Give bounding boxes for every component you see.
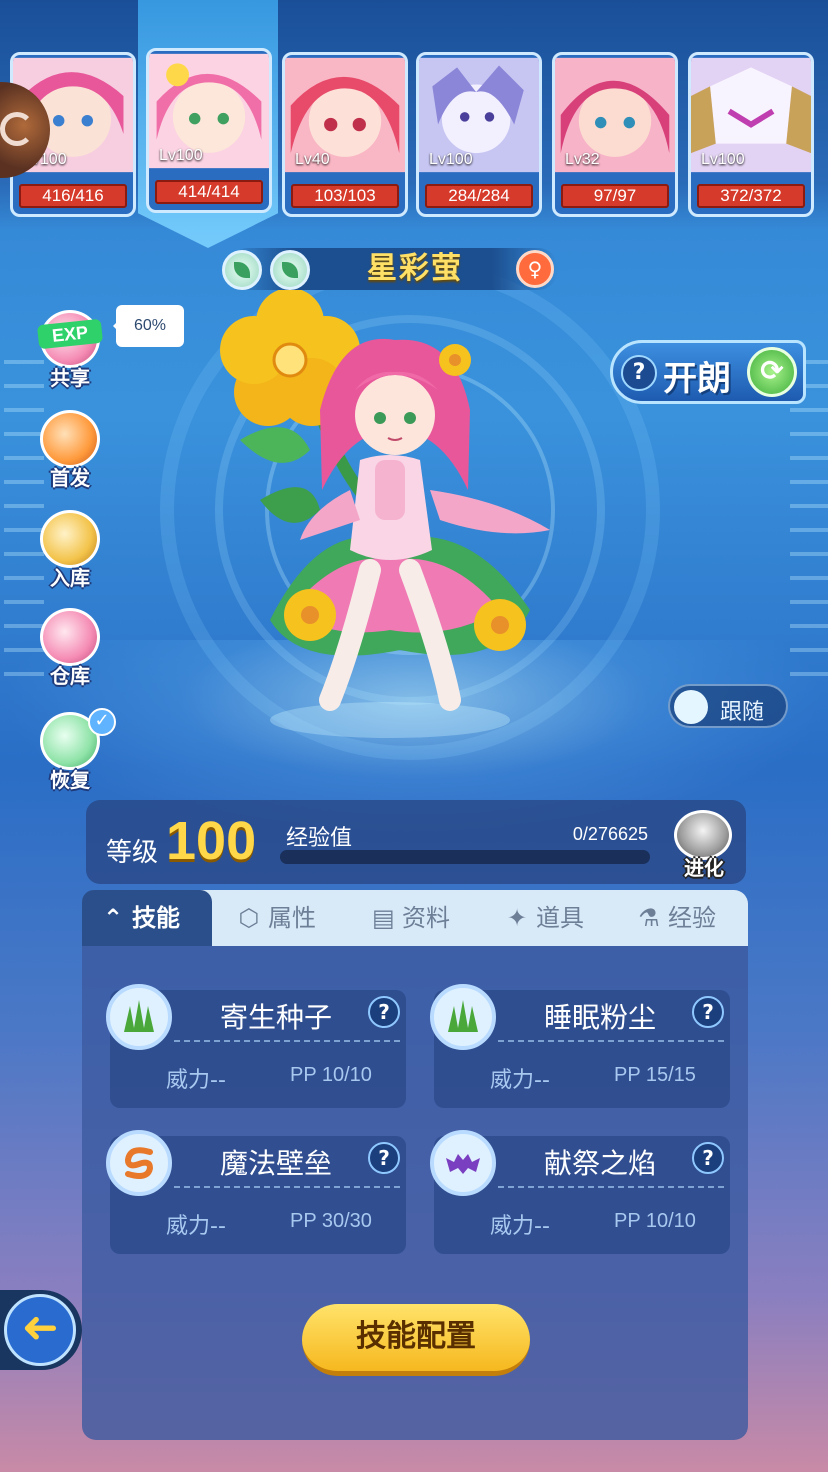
back-arrow-icon: ➜ — [4, 1294, 76, 1366]
pet-character-illustration — [220, 290, 550, 738]
personality-button[interactable]: ? 开朗 ⟳ — [610, 340, 806, 404]
first-pet-label: 首发 — [50, 466, 90, 490]
exp-progress-bar — [280, 850, 650, 864]
tab-label: 经验 — [668, 904, 716, 932]
skill-pp: PP 15/15 — [614, 1064, 696, 1086]
skill-divider — [498, 1040, 724, 1042]
skill-help-icon[interactable]: ? — [368, 996, 400, 1028]
item-icon: ✦ — [506, 904, 528, 932]
toggle-knob — [674, 690, 708, 724]
tab-label: 技能 — [132, 904, 180, 932]
skill-help-icon[interactable]: ? — [692, 1142, 724, 1174]
warehouse-icon — [40, 608, 100, 666]
coin-swirl-icon — [0, 112, 34, 146]
element-wind-icon[interactable] — [222, 250, 262, 290]
bg-ticks-right — [790, 360, 828, 680]
skill-power: 威力-- — [166, 1068, 226, 1093]
warehouse-button[interactable]: 仓库 — [34, 608, 106, 690]
level-label: 等级 — [106, 838, 159, 868]
hexagon-icon: ⬡ — [238, 904, 260, 932]
team-pet-6[interactable]: Lv100 372/372 — [688, 52, 814, 217]
skill-power: 威力-- — [490, 1068, 550, 1093]
tab-experience[interactable]: ⚗ 经验 — [638, 890, 748, 946]
tab-skills[interactable]: ⌃ 技能 — [82, 890, 212, 946]
pet-level: Lv100 — [429, 151, 473, 168]
warehouse-label: 仓库 — [50, 664, 90, 688]
skill-card-1[interactable]: 寄生种子 ? 威力-- PP 10/10 — [106, 984, 406, 1108]
skill-help-icon[interactable]: ? — [368, 1142, 400, 1174]
pet-name: 星彩萤 — [367, 251, 463, 286]
skill-divider — [498, 1186, 724, 1188]
pet-hp-bar: 414/414 — [155, 180, 263, 204]
follow-toggle[interactable]: 跟随 — [668, 684, 788, 728]
team-pet-5[interactable]: Lv32 97/97 — [552, 52, 678, 217]
skill-name: 魔法壁垒 — [219, 1147, 332, 1180]
store-button[interactable]: 入库 — [34, 510, 106, 592]
first-pet-icon — [40, 410, 100, 468]
help-icon[interactable]: ? — [621, 355, 657, 391]
skill-pp: PP 10/10 — [290, 1064, 372, 1086]
team-pet-3[interactable]: Lv40 103/103 — [282, 52, 408, 217]
up-arrow-icon: ⌃ — [102, 904, 124, 932]
store-icon — [40, 510, 100, 568]
skill-name: 睡眠粉尘 — [543, 1001, 656, 1034]
pet-level: Lv100 — [159, 147, 203, 164]
skill-power: 威力-- — [490, 1214, 550, 1239]
refresh-icon[interactable]: ⟳ — [747, 347, 797, 397]
skill-help-icon[interactable]: ? — [692, 996, 724, 1028]
skill-card-2[interactable]: 睡眠粉尘 ? 威力-- PP 15/15 — [430, 984, 730, 1108]
evolve-button[interactable]: 进化 — [670, 804, 740, 880]
team-pet-2[interactable]: Lv100 414/414 — [146, 48, 272, 213]
exp-value: 0/276625 — [572, 824, 648, 844]
pet-hp-bar: 416/416 — [19, 184, 127, 208]
check-icon: ✓ — [88, 708, 116, 736]
back-button[interactable]: ➜ — [0, 1290, 82, 1370]
skill-name: 献祭之焰 — [543, 1147, 656, 1180]
pet-level: Lv32 — [565, 151, 600, 168]
pet-hp-bar: 103/103 — [291, 184, 399, 208]
pet-hp-bar: 372/372 — [697, 184, 805, 208]
level-panel: 等级 100 经验值 0/276625 进化 — [86, 800, 746, 884]
tab-label: 道具 — [536, 904, 584, 932]
tab-label: 属性 — [268, 904, 316, 932]
skill-name: 寄生种子 — [219, 1001, 332, 1034]
personality-label: 开朗 — [663, 359, 731, 399]
bat-icon — [430, 1130, 496, 1196]
skill-pp: PP 10/10 — [614, 1210, 696, 1232]
restore-label: 恢复 — [50, 768, 90, 792]
swirl-icon — [106, 1130, 172, 1196]
gender-icon: ♀ — [516, 250, 554, 288]
skill-pp: PP 30/30 — [290, 1210, 372, 1232]
tab-bar: ⌃ 技能 ⬡ 属性 ▤ 资料 ✦ 道具 ⚗ 经验 — [82, 890, 748, 946]
pet-level: Lv100 — [701, 151, 745, 168]
tab-attributes[interactable]: ⬡ 属性 — [238, 890, 358, 946]
follow-label: 跟随 — [720, 700, 765, 725]
first-pet-button[interactable]: 首发 — [34, 410, 106, 492]
skill-power: 威力-- — [166, 1214, 226, 1239]
exp-share-label: 共享 — [50, 366, 90, 390]
skill-card-4[interactable]: 献祭之焰 ? 威力-- PP 10/10 — [430, 1130, 730, 1254]
pet-hp-bar: 97/97 — [561, 184, 669, 208]
level-value: 100 — [166, 811, 257, 871]
team-pet-4[interactable]: Lv100 284/284 — [416, 52, 542, 217]
tab-profile[interactable]: ▤ 资料 — [372, 890, 492, 946]
clipboard-icon: ▤ — [372, 904, 395, 932]
exp-label: 经验值 — [286, 826, 353, 851]
grass-icon — [106, 984, 172, 1050]
skill-card-3[interactable]: 魔法壁垒 ? 威力-- PP 30/30 — [106, 1130, 406, 1254]
share-percent-bubble: 60% — [113, 305, 184, 347]
pet-hp-bar: 284/284 — [425, 184, 533, 208]
pet-level: Lv40 — [295, 151, 330, 168]
tab-items[interactable]: ✦ 道具 — [506, 890, 616, 946]
store-label: 入库 — [50, 566, 90, 590]
skill-divider — [174, 1186, 400, 1188]
grass-icon — [430, 984, 496, 1050]
flask-icon: ⚗ — [638, 904, 660, 932]
skill-config-button[interactable]: 技能配置 — [302, 1304, 530, 1376]
skill-divider — [174, 1040, 400, 1042]
evolve-label: 进化 — [684, 856, 724, 880]
element-grass-icon[interactable] — [270, 250, 310, 290]
tab-label: 资料 — [402, 904, 450, 932]
